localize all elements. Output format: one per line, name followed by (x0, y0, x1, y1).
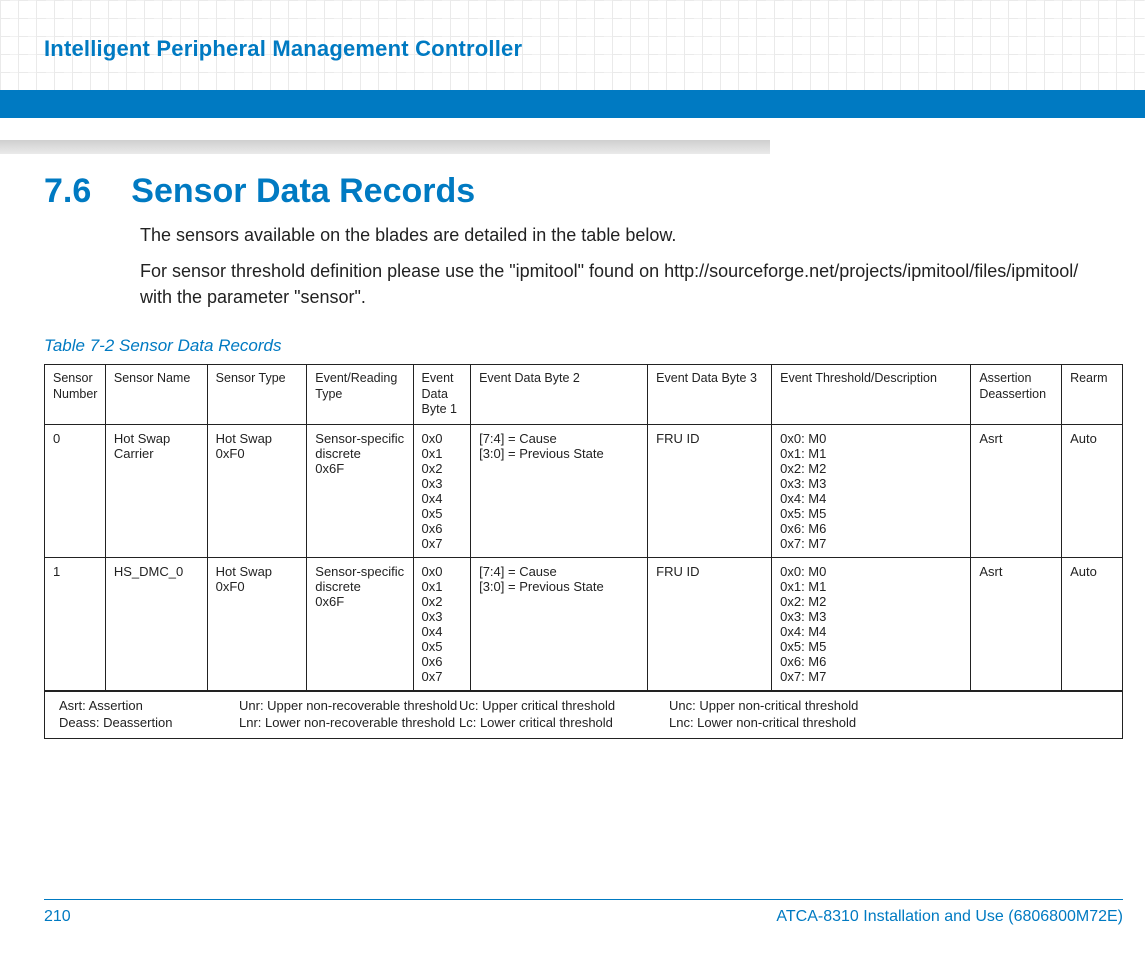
table-header-row: Sensor Number Sensor Name Sensor Type Ev… (45, 365, 1123, 425)
th-event-reading-type: Event/Reading Type (307, 365, 413, 425)
th-event-data-byte-3: Event Data Byte 3 (648, 365, 772, 425)
table-legend: Asrt: Assertion Unr: Upper non-recoverab… (45, 691, 1123, 739)
legend-lnc: Lnc: Lower non-critical threshold (669, 715, 1112, 730)
sensor-data-table-wrap: Sensor Number Sensor Name Sensor Type Ev… (44, 364, 1123, 739)
th-sensor-type: Sensor Type (207, 365, 307, 425)
legend-uc: Uc: Upper critical threshold (459, 698, 669, 713)
cell-assertion-deassertion: Asrt (971, 557, 1062, 691)
page: Intelligent Peripheral Management Contro… (0, 0, 1145, 954)
th-rearm: Rearm (1062, 365, 1123, 425)
paragraph-1: The sensors available on the blades are … (140, 222, 1105, 248)
sensor-data-table: Sensor Number Sensor Name Sensor Type Ev… (44, 364, 1123, 739)
legend-unc: Unc: Upper non-critical threshold (669, 698, 1112, 713)
cell-event-data-byte-2: [7:4] = Cause [3:0] = Previous State (471, 424, 648, 557)
cell-event-data-byte-3: FRU ID (648, 557, 772, 691)
th-event-data-byte-1: Event Data Byte 1 (413, 365, 471, 425)
cell-event-threshold-desc: 0x0: M0 0x1: M1 0x2: M2 0x3: M3 0x4: M4 … (772, 557, 971, 691)
header-blue-bar (0, 90, 1145, 118)
th-sensor-name: Sensor Name (105, 365, 207, 425)
doc-title: ATCA-8310 Installation and Use (6806800M… (776, 908, 1123, 926)
table-row: 0 Hot Swap Carrier Hot Swap 0xF0 Sensor-… (45, 424, 1123, 557)
legend-asrt: Asrt: Assertion (59, 698, 239, 713)
cell-event-reading-type: Sensor-specific discrete 0x6F (307, 557, 413, 691)
cell-event-reading-type: Sensor-specific discrete 0x6F (307, 424, 413, 557)
page-number: 210 (44, 908, 71, 926)
section-heading: 7.6 Sensor Data Records (44, 172, 475, 211)
cell-sensor-name: Hot Swap Carrier (105, 424, 207, 557)
cell-sensor-number: 1 (45, 557, 106, 691)
cell-event-threshold-desc: 0x0: M0 0x1: M1 0x2: M2 0x3: M3 0x4: M4 … (772, 424, 971, 557)
header-grey-bar (0, 140, 770, 154)
legend-deass: Deass: Deassertion (59, 715, 239, 730)
cell-event-data-byte-1: 0x0 0x1 0x2 0x3 0x4 0x5 0x6 0x7 (413, 557, 471, 691)
th-sensor-number: Sensor Number (45, 365, 106, 425)
cell-rearm: Auto (1062, 424, 1123, 557)
cell-sensor-number: 0 (45, 424, 106, 557)
cell-sensor-type: Hot Swap 0xF0 (207, 557, 307, 691)
table-caption: Table 7-2 Sensor Data Records (44, 336, 282, 356)
paragraph-2: For sensor threshold definition please u… (140, 258, 1105, 310)
legend-lc: Lc: Lower critical threshold (459, 715, 669, 730)
cell-sensor-name: HS_DMC_0 (105, 557, 207, 691)
cell-event-data-byte-3: FRU ID (648, 424, 772, 557)
cell-event-data-byte-2: [7:4] = Cause [3:0] = Previous State (471, 557, 648, 691)
cell-sensor-type: Hot Swap 0xF0 (207, 424, 307, 557)
table-legend-row: Asrt: Assertion Unr: Upper non-recoverab… (45, 691, 1123, 739)
page-footer: 210 ATCA-8310 Installation and Use (6806… (44, 899, 1123, 926)
section-number: 7.6 (44, 172, 91, 211)
th-event-threshold-desc: Event Threshold/Description (772, 365, 971, 425)
chapter-title: Intelligent Peripheral Management Contro… (44, 36, 522, 62)
table-row: 1 HS_DMC_0 Hot Swap 0xF0 Sensor-specific… (45, 557, 1123, 691)
th-assertion-deassertion: Assertion Deassertion (971, 365, 1062, 425)
legend-unr: Unr: Upper non-recoverable threshold (239, 698, 459, 713)
th-event-data-byte-2: Event Data Byte 2 (471, 365, 648, 425)
cell-rearm: Auto (1062, 557, 1123, 691)
cell-assertion-deassertion: Asrt (971, 424, 1062, 557)
section-title: Sensor Data Records (131, 172, 475, 211)
legend-lnr: Lnr: Lower non-recoverable threshold (239, 715, 459, 730)
cell-event-data-byte-1: 0x0 0x1 0x2 0x3 0x4 0x5 0x6 0x7 (413, 424, 471, 557)
